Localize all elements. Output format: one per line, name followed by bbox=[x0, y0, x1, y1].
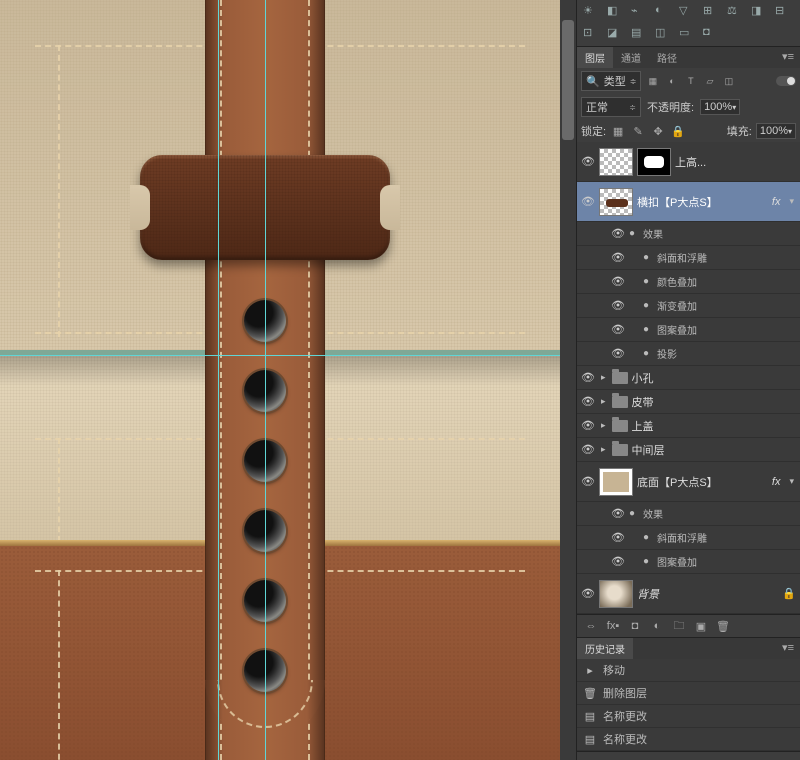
fx-header[interactable]: 👁●效果 bbox=[577, 502, 800, 526]
fx-badge[interactable]: fx bbox=[769, 476, 784, 488]
layer-group[interactable]: 👁▸上盖 bbox=[577, 414, 800, 438]
layer-mask-icon[interactable]: ◘ bbox=[625, 618, 645, 634]
history-item[interactable]: ▸移动 bbox=[577, 659, 800, 682]
lock-pixels-icon[interactable]: ✎ bbox=[630, 124, 646, 138]
fx-item[interactable]: 👁●图案叠加 bbox=[577, 318, 800, 342]
group-icon[interactable]: 🗀 bbox=[669, 618, 689, 634]
exposure-icon[interactable]: ◐ bbox=[655, 4, 673, 20]
filter-type-icon[interactable]: T bbox=[683, 74, 698, 88]
layers-panel: 图层 通道 路径 ▾≡ 🔍 类型 ≑ ▦ ◐ T ▱ ◫ 正常 bbox=[577, 47, 800, 638]
levels-icon[interactable]: ◧ bbox=[607, 4, 625, 20]
fx-header[interactable]: 👁●效果 bbox=[577, 222, 800, 246]
tab-layers[interactable]: 图层 bbox=[577, 47, 613, 68]
layer-row-selected[interactable]: 👁 横扣【P大点S】 fx ▾ bbox=[577, 182, 800, 222]
lock-transparent-icon[interactable]: ▦ bbox=[610, 124, 626, 138]
balance-icon[interactable]: ⚖ bbox=[727, 4, 745, 20]
new-layer-icon[interactable]: ▣ bbox=[691, 618, 711, 634]
lock-label: 锁定: bbox=[581, 123, 606, 139]
visibility-icon[interactable]: 👁 bbox=[581, 195, 595, 208]
link-layers-icon[interactable]: ⇔ bbox=[581, 618, 601, 634]
lookup-icon[interactable]: ⊡ bbox=[583, 26, 601, 42]
fx-item[interactable]: 👁●斜面和浮雕 bbox=[577, 526, 800, 550]
filter-pixel-icon[interactable]: ▦ bbox=[645, 74, 660, 88]
history-item[interactable]: ▤名称更改 bbox=[577, 728, 800, 751]
opacity-label: 不透明度: bbox=[647, 99, 694, 115]
vibrance-icon[interactable]: ▽ bbox=[679, 4, 697, 20]
layer-filter-type[interactable]: 🔍 类型 ≑ bbox=[581, 71, 641, 91]
filter-adjust-icon[interactable]: ◐ bbox=[664, 74, 679, 88]
lock-position-icon[interactable]: ✥ bbox=[650, 124, 666, 138]
visibility-icon[interactable]: 👁 bbox=[581, 475, 595, 488]
artwork bbox=[0, 0, 560, 760]
vertical-scrollbar[interactable] bbox=[560, 0, 576, 760]
fx-item[interactable]: 👁●投影 bbox=[577, 342, 800, 366]
brightness-icon[interactable]: ☀ bbox=[583, 4, 601, 20]
visibility-icon[interactable]: 👁 bbox=[581, 587, 595, 600]
fx-badge[interactable]: fx bbox=[769, 196, 784, 208]
blend-mode-dropdown[interactable]: 正常 ≑ bbox=[581, 97, 641, 117]
selective-icon[interactable]: ◘ bbox=[703, 26, 721, 42]
folder-icon bbox=[612, 372, 628, 384]
lock-all-icon[interactable]: 🔒 bbox=[670, 124, 686, 138]
history-item[interactable]: ▤名称更改 bbox=[577, 705, 800, 728]
fx-item[interactable]: 👁●渐变叠加 bbox=[577, 294, 800, 318]
layer-row[interactable]: 👁 上高... bbox=[577, 142, 800, 182]
threshold-icon[interactable]: ◫ bbox=[655, 26, 673, 42]
mixer-icon[interactable]: ⊟ bbox=[775, 4, 793, 20]
fx-item[interactable]: 👁●颜色叠加 bbox=[577, 270, 800, 294]
tab-channels[interactable]: 通道 bbox=[613, 47, 649, 68]
fx-item[interactable]: 👁●斜面和浮雕 bbox=[577, 246, 800, 270]
curves-icon[interactable]: ⌁ bbox=[631, 4, 649, 20]
filter-toggle[interactable] bbox=[776, 76, 796, 86]
guide-horizontal[interactable] bbox=[0, 355, 560, 356]
layer-group[interactable]: 👁▸中间层 bbox=[577, 438, 800, 462]
delete-layer-icon[interactable]: 🗑 bbox=[713, 618, 733, 634]
guide-vertical[interactable] bbox=[218, 0, 219, 760]
fill-input[interactable]: 100%▾ bbox=[756, 123, 796, 139]
posterize-icon[interactable]: ▤ bbox=[631, 26, 649, 42]
lock-icon: 🔒 bbox=[782, 587, 796, 600]
layer-background[interactable]: 👁 背景 🔒 bbox=[577, 574, 800, 614]
invert-icon[interactable]: ◪ bbox=[607, 26, 625, 42]
adjustment-layer-icon[interactable]: ◐ bbox=[647, 618, 667, 634]
chevron-down-icon[interactable]: ▾ bbox=[787, 196, 796, 207]
panel-menu-icon[interactable]: ▾≡ bbox=[776, 47, 800, 68]
history-item[interactable]: 🗑删除图层 bbox=[577, 682, 800, 705]
history-panel: 历史记录 ▾≡ ▸移动 🗑删除图层 ▤名称更改 ▤名称更改 bbox=[577, 638, 800, 752]
filter-smart-icon[interactable]: ◫ bbox=[721, 74, 736, 88]
folder-icon bbox=[612, 420, 628, 432]
layer-group[interactable]: 👁▸小孔 bbox=[577, 366, 800, 390]
chevron-down-icon[interactable]: ▾ bbox=[787, 476, 796, 487]
tab-paths[interactable]: 路径 bbox=[649, 47, 685, 68]
tab-history[interactable]: 历史记录 bbox=[577, 638, 633, 659]
adjustments-panel: ☀ ◧ ⌁ ◐ ▽ ⊞ ⚖ ◨ ⊟ ⊡ ◪ ▤ ◫ ▭ ◘ bbox=[577, 0, 800, 47]
folder-icon bbox=[612, 444, 628, 456]
layer-fx-icon[interactable]: fx▪ bbox=[603, 618, 623, 634]
fill-label: 填充: bbox=[727, 123, 752, 139]
filter-shape-icon[interactable]: ▱ bbox=[702, 74, 717, 88]
layer-group[interactable]: 👁▸皮带 bbox=[577, 390, 800, 414]
panel-menu-icon[interactable]: ▾≡ bbox=[776, 638, 800, 659]
gradmap-icon[interactable]: ▭ bbox=[679, 26, 697, 42]
fx-item[interactable]: 👁●图案叠加 bbox=[577, 550, 800, 574]
canvas-area[interactable]: ⊞ ✦ ⇄ A| ¶ 添加图层 思缘设计论坛 WWW.MISSYUAN.COM bbox=[0, 0, 576, 760]
bw-icon[interactable]: ◨ bbox=[751, 4, 769, 20]
hue-icon[interactable]: ⊞ bbox=[703, 4, 721, 20]
visibility-icon[interactable]: 👁 bbox=[581, 155, 595, 168]
chevron-down-icon: ≑ bbox=[629, 103, 636, 112]
guide-vertical[interactable] bbox=[265, 0, 266, 760]
search-icon: 🔍 bbox=[586, 75, 600, 88]
layer-list[interactable]: 👁 上高... 👁 横扣【P大点S】 fx ▾ 👁●效果 👁●斜面和浮雕 👁●颜… bbox=[577, 142, 800, 614]
folder-icon bbox=[612, 396, 628, 408]
layer-row[interactable]: 👁 底面【P大点S】 fx ▾ bbox=[577, 462, 800, 502]
opacity-input[interactable]: 100%▾ bbox=[700, 99, 740, 115]
